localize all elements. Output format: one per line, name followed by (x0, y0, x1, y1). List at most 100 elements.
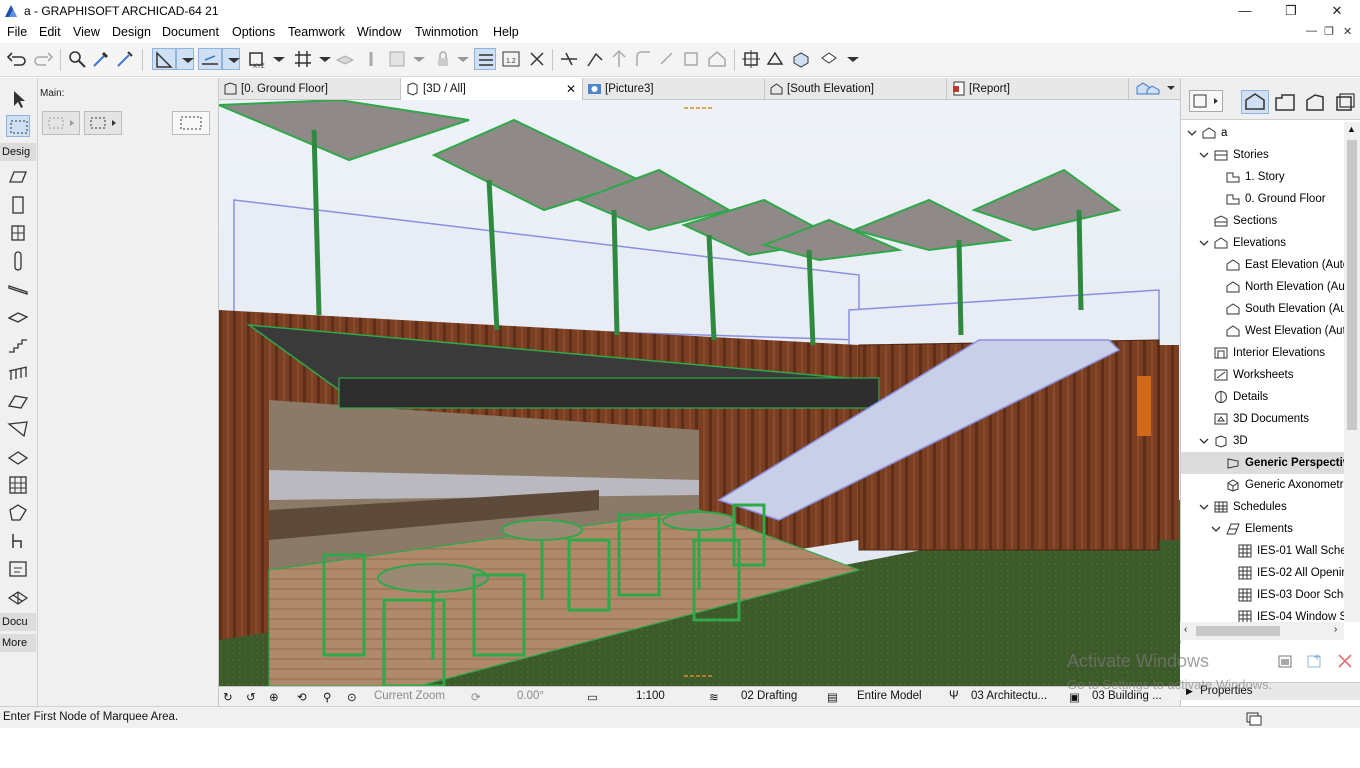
dimension-icon[interactable]: 1.2 (500, 48, 522, 70)
doc-minimize-button[interactable]: — (1306, 25, 1317, 37)
tree-node-generic-perspective[interactable]: Generic Perspective (1181, 452, 1345, 474)
zoom-dropdown[interactable]: Current Zoom (374, 690, 445, 702)
angle-field[interactable]: 0.00° (517, 690, 544, 702)
split-icon[interactable] (558, 48, 580, 70)
tree-node-0-ground-floor[interactable]: 0. Ground Floor (1181, 188, 1345, 210)
navigator-vertical-scrollbar[interactable]: ▲ (1344, 122, 1360, 622)
scale-dropdown[interactable]: 1:100 (636, 690, 665, 702)
scroll-left-icon[interactable]: ‹ (1184, 624, 1187, 635)
minimize-button[interactable]: — (1222, 0, 1268, 22)
tree-node-elements[interactable]: Elements (1181, 518, 1345, 540)
skylight-icon[interactable] (6, 446, 30, 468)
mesh-icon[interactable] (6, 586, 30, 608)
tree-node-ies-02-all-openin[interactable]: IES-02 All Openin (1181, 562, 1345, 584)
menu-options[interactable]: Options (232, 25, 275, 39)
menu-document[interactable]: Document (162, 25, 219, 39)
rotate-angle-icon[interactable]: ⟳ (471, 690, 481, 704)
close-icon[interactable]: ✕ (566, 78, 576, 100)
tree-node-ies-01-wall-sched[interactable]: IES-01 Wall Sched (1181, 540, 1345, 562)
tree-node-details[interactable]: Details (1181, 386, 1345, 408)
walk-icon[interactable]: ⚲ (323, 690, 331, 704)
document-group[interactable]: Docu (0, 613, 36, 631)
doc-restore-button[interactable]: ❐ (1324, 25, 1334, 38)
chevron-down-icon[interactable] (314, 48, 331, 70)
tab-3d-all[interactable]: [3D / All] ✕ (401, 78, 583, 100)
tree-node-schedules[interactable]: Schedules (1181, 496, 1345, 518)
tree-node-ies-03-door-sche[interactable]: IES-03 Door Sche (1181, 584, 1345, 606)
railing-icon[interactable] (6, 362, 30, 384)
redo-icon[interactable] (32, 48, 54, 70)
syringe-icon[interactable] (114, 48, 136, 70)
tree-node-generic-axonometr[interactable]: Generic Axonometr (1181, 474, 1345, 496)
snap-guides-icon[interactable] (198, 48, 222, 70)
tree-node-interior-elevations[interactable]: Interior Elevations (1181, 342, 1345, 364)
tree-node-west-elevation-aut[interactable]: West Elevation (Aut (1181, 320, 1345, 342)
chevron-down-icon[interactable] (408, 48, 425, 70)
offset-icon[interactable] (656, 48, 678, 70)
tree-node-elevations[interactable]: Elevations (1181, 232, 1345, 254)
tree-node-east-elevation-auto[interactable]: East Elevation (Auto (1181, 254, 1345, 276)
layers-combo-icon[interactable]: ≋ (709, 690, 719, 704)
intersect-icon[interactable] (608, 48, 630, 70)
explode-icon[interactable] (680, 48, 702, 70)
zoom-icon[interactable]: ⊙ (347, 690, 357, 704)
3d-style-icon[interactable] (818, 48, 840, 70)
project-map-button[interactable] (1189, 90, 1223, 112)
arrow-icon[interactable] (6, 88, 30, 110)
view-map-icon[interactable] (1241, 90, 1269, 114)
model-view-icon[interactable]: ▤ (827, 690, 838, 704)
trace-icon[interactable] (474, 48, 496, 70)
menu-teamwork[interactable]: Teamwork (288, 25, 345, 39)
pen-set-icon[interactable]: Ψ (949, 690, 959, 702)
elevation-marker-icon[interactable] (740, 48, 762, 70)
roof-icon[interactable] (706, 48, 728, 70)
mirror-icon[interactable] (526, 48, 548, 70)
door-icon[interactable] (6, 194, 30, 216)
tree-node-south-elevation-au[interactable]: South Elevation (Au (1181, 298, 1345, 320)
scroll-thumb[interactable] (1196, 626, 1280, 636)
publisher-icon[interactable] (1303, 92, 1327, 114)
stair-icon[interactable] (6, 334, 30, 356)
menu-edit[interactable]: Edit (39, 25, 61, 39)
doc-close-button[interactable]: ✕ (1343, 25, 1352, 38)
shell-icon[interactable] (6, 418, 30, 440)
model-view-dropdown[interactable]: Entire Model (857, 690, 922, 702)
adjust-icon[interactable] (584, 48, 606, 70)
tree-node-3d-documents[interactable]: 3D Documents (1181, 408, 1345, 430)
fillet-icon[interactable] (632, 48, 654, 70)
tree-node-stories[interactable]: Stories (1181, 144, 1345, 166)
close-button[interactable]: ✕ (1314, 0, 1360, 22)
marquee-icon[interactable] (6, 115, 30, 137)
scroll-thumb[interactable] (1347, 140, 1357, 430)
new-window-icon[interactable] (1277, 652, 1295, 670)
curtain-wall-icon[interactable] (6, 474, 30, 496)
open-views-icon[interactable] (1135, 80, 1161, 98)
menu-window[interactable]: Window (357, 25, 401, 39)
tab-picture3[interactable]: [Picture3] (583, 78, 765, 100)
marquee-geometry-button[interactable] (172, 111, 210, 135)
organizer-icon[interactable] (1333, 92, 1357, 114)
roof-tool-icon[interactable] (6, 390, 30, 412)
rotate-view-icon[interactable]: ↻ (223, 690, 233, 704)
selection-method-button[interactable] (42, 111, 80, 135)
navigator-horizontal-scrollbar[interactable]: ‹ › (1180, 622, 1344, 640)
3d-viewport[interactable] (219, 100, 1180, 686)
menu-view[interactable]: View (73, 25, 100, 39)
chevron-down-icon[interactable] (222, 48, 240, 70)
suspend-groups-icon[interactable] (386, 48, 408, 70)
design-group[interactable]: Desig (0, 143, 36, 161)
new-view-icon[interactable] (1306, 652, 1324, 670)
tree-node-3d[interactable]: 3D (1181, 430, 1345, 452)
chevron-down-icon[interactable] (1165, 82, 1177, 94)
tree-node-north-elevation-au[interactable]: North Elevation (Au (1181, 276, 1345, 298)
tree-node-a[interactable]: a (1181, 122, 1345, 144)
window-icon[interactable] (6, 222, 30, 244)
layer-combination-dropdown[interactable]: 02 Drafting (741, 690, 797, 702)
3d-explore-icon[interactable] (764, 48, 786, 70)
pen-set-dropdown[interactable]: 03 Architectu... (971, 690, 1047, 702)
menu-twinmotion[interactable]: Twinmotion (415, 25, 478, 39)
scroll-up-icon[interactable]: ▲ (1347, 124, 1356, 134)
chevron-down-icon[interactable] (452, 48, 469, 70)
window-toggle-icon[interactable] (1246, 710, 1262, 726)
brush-icon[interactable] (360, 48, 382, 70)
